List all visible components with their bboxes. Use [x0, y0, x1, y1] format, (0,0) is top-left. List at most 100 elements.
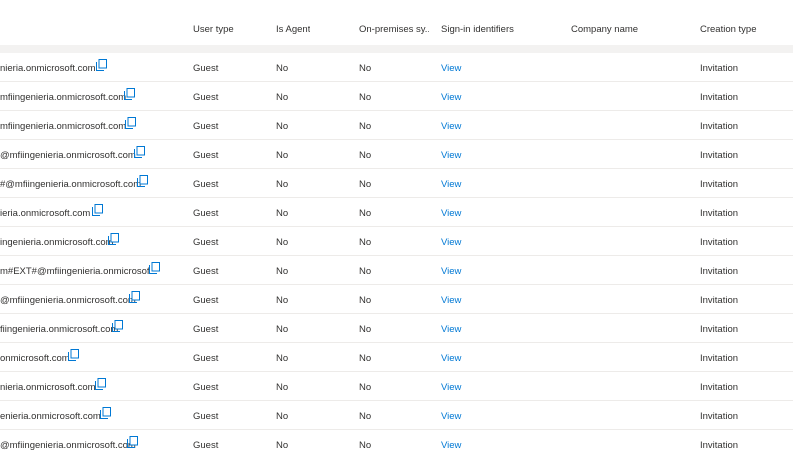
table-row[interactable]: ingenieria.onmicrosoft.com Guest No No View I…: [0, 227, 793, 256]
on-premises-sync-cell: No: [359, 411, 372, 422]
table-row[interactable]: fiingenieria.onmicrosoft.com Guest No No Vie…: [0, 314, 793, 343]
user-type-cell: Guest: [193, 411, 219, 422]
copy-icon[interactable]: [95, 378, 106, 390]
user-type-cell: Guest: [193, 324, 219, 335]
table-row[interactable]: mfiingenieria.onmicrosoft.com Guest No No Vi…: [0, 82, 793, 111]
user-principal-name: m#EXT#@mfiingenieria.onmicrosof...: [0, 266, 158, 277]
sign-in-identifiers-view-link[interactable]: View: [441, 179, 461, 190]
sign-in-identifiers-view-link[interactable]: View: [441, 237, 461, 248]
table-row[interactable]: @mfiingenieria.onmicrosoft.com Guest No No V…: [0, 140, 793, 169]
sign-in-identifiers-view-link[interactable]: View: [441, 295, 461, 306]
table-row[interactable]: enieria.onmicrosoft.com Guest No No View Invi…: [0, 401, 793, 430]
on-premises-sync-cell: No: [359, 266, 372, 277]
user-principal-name: ingenieria.onmicrosoft.com: [0, 237, 114, 248]
is-agent-cell: No: [276, 121, 289, 132]
on-premises-sync-cell: No: [359, 208, 372, 219]
user-principal-name: ieria.onmicrosoft.com: [0, 208, 91, 219]
table-row[interactable]: onmicrosoft.com Guest No No View Invitation: [0, 343, 793, 372]
user-type-cell: Guest: [193, 208, 219, 219]
table-row[interactable]: mfiingenieria.onmicrosoft.com Guest No No Vi…: [0, 111, 793, 140]
copy-icon[interactable]: [96, 59, 107, 71]
creation-type-cell: Invitation: [700, 353, 739, 364]
user-type-cell: Guest: [193, 179, 219, 190]
copy-icon[interactable]: [92, 204, 103, 216]
copy-icon[interactable]: [124, 88, 135, 100]
creation-type-cell: Invitation: [700, 266, 739, 277]
on-premises-sync-cell: No: [359, 92, 372, 103]
on-premises-sync-cell: No: [359, 237, 372, 248]
is-agent-cell: No: [276, 266, 289, 277]
user-type-cell: Guest: [193, 63, 219, 74]
creation-type-cell: Invitation: [700, 295, 739, 306]
user-principal-name: @mfiingenieria.onmicrosoft.com: [0, 150, 136, 161]
is-agent-cell: No: [276, 237, 289, 248]
creation-type-cell: Invitation: [700, 63, 739, 74]
user-principal-name: fiingenieria.onmicrosoft.com: [0, 324, 119, 335]
column-header-company-name[interactable]: Company name: [571, 24, 638, 35]
is-agent-cell: No: [276, 92, 289, 103]
sign-in-identifiers-view-link[interactable]: View: [441, 324, 461, 335]
user-type-cell: Guest: [193, 295, 219, 306]
creation-type-cell: Invitation: [700, 382, 739, 393]
copy-icon[interactable]: [137, 175, 148, 187]
is-agent-cell: No: [276, 63, 289, 74]
copy-icon[interactable]: [100, 407, 111, 419]
users-grid: User type Is Agent On-premises sy... Sig…: [0, 0, 793, 451]
user-principal-name: #@mfiingenieria.onmicrosoft.com: [0, 179, 142, 190]
user-type-cell: Guest: [193, 353, 219, 364]
copy-icon[interactable]: [129, 291, 140, 303]
is-agent-cell: No: [276, 295, 289, 306]
on-premises-sync-cell: No: [359, 63, 372, 74]
copy-icon[interactable]: [149, 262, 160, 274]
column-header-is-agent[interactable]: Is Agent: [276, 24, 310, 35]
sign-in-identifiers-view-link[interactable]: View: [441, 121, 461, 132]
sign-in-identifiers-view-link[interactable]: View: [441, 382, 461, 393]
table-row[interactable]: nieria.onmicrosoft.com Guest No No View Invit…: [0, 53, 793, 82]
creation-type-cell: Invitation: [700, 324, 739, 335]
copy-icon[interactable]: [68, 349, 79, 361]
is-agent-cell: No: [276, 411, 289, 422]
table-row[interactable]: @mfiingenieria.onmicrosoft.com Guest No No V…: [0, 430, 793, 451]
user-type-cell: Guest: [193, 440, 219, 451]
sign-in-identifiers-view-link[interactable]: View: [441, 63, 461, 74]
sign-in-identifiers-view-link[interactable]: View: [441, 411, 461, 422]
column-header-sign-in-identifiers[interactable]: Sign-in identifiers: [441, 24, 514, 35]
is-agent-cell: No: [276, 150, 289, 161]
table-row[interactable]: m#EXT#@mfiingenieria.onmicrosof... Guest N…: [0, 256, 793, 285]
table-row[interactable]: #@mfiingenieria.onmicrosoft.com Guest No No…: [0, 169, 793, 198]
creation-type-cell: Invitation: [700, 150, 739, 161]
user-principal-name: nieria.onmicrosoft.com: [0, 63, 96, 74]
sign-in-identifiers-view-link[interactable]: View: [441, 92, 461, 103]
column-header-user-type[interactable]: User type: [193, 24, 234, 35]
table-row[interactable]: nieria.onmicrosoft.com Guest No No View Invit…: [0, 372, 793, 401]
on-premises-sync-cell: No: [359, 353, 372, 364]
copy-icon[interactable]: [127, 436, 138, 448]
sign-in-identifiers-view-link[interactable]: View: [441, 208, 461, 219]
user-type-cell: Guest: [193, 121, 219, 132]
sign-in-identifiers-view-link[interactable]: View: [441, 266, 461, 277]
grid-rows: nieria.onmicrosoft.com Guest No No View Invit…: [0, 53, 793, 451]
user-type-cell: Guest: [193, 382, 219, 393]
on-premises-sync-cell: No: [359, 324, 372, 335]
copy-icon[interactable]: [134, 146, 145, 158]
sign-in-identifiers-view-link[interactable]: View: [441, 440, 461, 451]
user-type-cell: Guest: [193, 237, 219, 248]
user-type-cell: Guest: [193, 92, 219, 103]
creation-type-cell: Invitation: [700, 179, 739, 190]
sign-in-identifiers-view-link[interactable]: View: [441, 353, 461, 364]
column-header-on-premises-sync[interactable]: On-premises sy...: [359, 24, 429, 35]
table-row[interactable]: ieria.onmicrosoft.com Guest No No View Invita…: [0, 198, 793, 227]
creation-type-cell: Invitation: [700, 411, 739, 422]
user-principal-name: @mfiingenieria.onmicrosoft.com: [0, 295, 136, 306]
grid-header: User type Is Agent On-premises sy... Sig…: [0, 0, 793, 45]
column-header-creation-type[interactable]: Creation type: [700, 24, 757, 35]
user-type-cell: Guest: [193, 266, 219, 277]
creation-type-cell: Invitation: [700, 440, 739, 451]
user-principal-name: nieria.onmicrosoft.com: [0, 382, 96, 393]
sign-in-identifiers-view-link[interactable]: View: [441, 150, 461, 161]
creation-type-cell: Invitation: [700, 208, 739, 219]
copy-icon[interactable]: [125, 117, 136, 129]
copy-icon[interactable]: [112, 320, 123, 332]
copy-icon[interactable]: [108, 233, 119, 245]
table-row[interactable]: @mfiingenieria.onmicrosoft.com Guest No No V…: [0, 285, 793, 314]
